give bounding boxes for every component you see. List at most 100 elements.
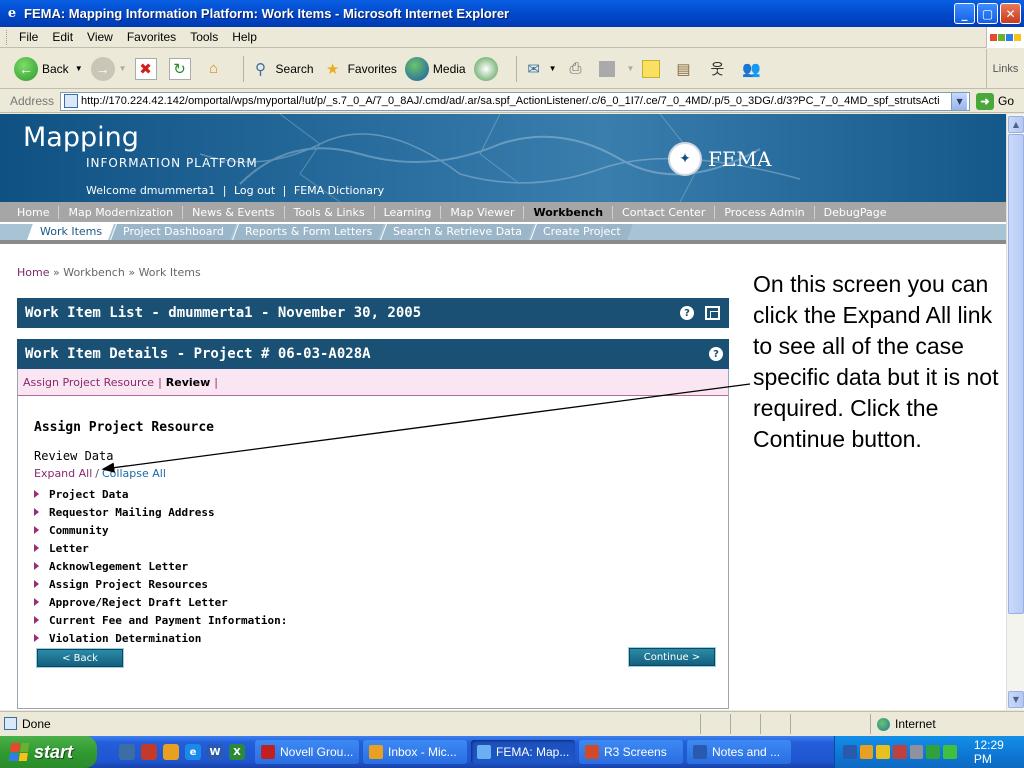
back-page-button[interactable]: < Back bbox=[36, 648, 124, 668]
messenger-button[interactable]: 웃 bbox=[706, 58, 732, 80]
go-button[interactable]: ➜ Go bbox=[976, 92, 1014, 110]
tab-work-items[interactable]: Work Items bbox=[27, 224, 115, 240]
section-violation-determination[interactable]: Violation Determination bbox=[34, 629, 287, 647]
nav-process-admin[interactable]: Process Admin bbox=[715, 205, 815, 219]
continue-button[interactable]: Continue > bbox=[628, 647, 716, 667]
history-button[interactable] bbox=[473, 56, 502, 81]
collapse-all-link[interactable]: Collapse All bbox=[102, 467, 166, 480]
expand-all-link[interactable]: Expand All bbox=[34, 467, 92, 480]
restore-window-icon[interactable] bbox=[705, 306, 720, 320]
task-r3-screens[interactable]: R3 Screens bbox=[579, 740, 683, 764]
excel-quicklaunch-icon[interactable]: X bbox=[229, 744, 245, 760]
task-inbox[interactable]: Inbox - Mic... bbox=[363, 740, 467, 764]
scroll-thumb[interactable] bbox=[1008, 134, 1024, 614]
quicklaunch-icon[interactable] bbox=[163, 744, 179, 760]
expand-triangle-icon[interactable] bbox=[34, 562, 39, 570]
quicklaunch-icon[interactable] bbox=[141, 744, 157, 760]
expand-triangle-icon[interactable] bbox=[34, 544, 39, 552]
help-icon[interactable]: ? bbox=[709, 347, 723, 361]
section-requestor-mailing-address[interactable]: Requestor Mailing Address bbox=[34, 503, 287, 521]
back-button[interactable]: ← Back ▼ bbox=[14, 56, 83, 81]
nav-news-events[interactable]: News & Events bbox=[183, 205, 285, 219]
forward-button[interactable]: → ▼ bbox=[90, 56, 127, 81]
signal-icon[interactable] bbox=[943, 745, 957, 759]
help-icon[interactable]: ? bbox=[680, 306, 694, 320]
tab-search-retrieve-data[interactable]: Search & Retrieve Data bbox=[380, 224, 535, 240]
nav-tools-links[interactable]: Tools & Links bbox=[285, 205, 375, 219]
menu-tools[interactable]: Tools bbox=[183, 30, 225, 44]
tray-icon[interactable] bbox=[909, 745, 924, 759]
tab-project-dashboard[interactable]: Project Dashboard bbox=[110, 224, 236, 240]
task-fema[interactable]: FEMA: Map... bbox=[471, 740, 575, 764]
print-button[interactable]: ⎙ bbox=[565, 58, 591, 80]
menu-favorites[interactable]: Favorites bbox=[120, 30, 183, 44]
expand-triangle-icon[interactable] bbox=[34, 598, 39, 606]
minimize-button[interactable]: _ bbox=[954, 3, 975, 24]
nav-map-modernization[interactable]: Map Modernization bbox=[59, 205, 184, 219]
tray-icon[interactable] bbox=[876, 745, 891, 759]
tray-expand-icon[interactable] bbox=[843, 745, 857, 759]
nav-contact-center[interactable]: Contact Center bbox=[613, 205, 716, 219]
vertical-scrollbar[interactable]: ▲ ▼ bbox=[1006, 114, 1024, 710]
scroll-up-icon[interactable]: ▲ bbox=[1008, 116, 1024, 133]
mail-button[interactable]: ✉ ▼ bbox=[523, 58, 556, 80]
favorites-button[interactable]: ★ Favorites bbox=[322, 58, 397, 80]
ie-quicklaunch-icon[interactable]: e bbox=[185, 744, 201, 760]
section-current-fee-payment[interactable]: Current Fee and Payment Information: bbox=[34, 611, 287, 629]
refresh-button[interactable]: ↻ bbox=[168, 57, 195, 80]
breadcrumb-home[interactable]: Home bbox=[17, 266, 49, 279]
section-community[interactable]: Community bbox=[34, 521, 287, 539]
search-button[interactable]: ⚲ Search bbox=[250, 58, 314, 80]
clock[interactable]: 12:29 PM bbox=[974, 738, 1024, 766]
expand-triangle-icon[interactable] bbox=[34, 616, 39, 624]
media-button[interactable]: Media bbox=[404, 56, 466, 81]
dictionary-link[interactable]: FEMA Dictionary bbox=[294, 184, 384, 197]
contacts-button[interactable]: 👥 bbox=[740, 58, 766, 80]
discuss-button[interactable] bbox=[642, 59, 664, 78]
expand-triangle-icon[interactable] bbox=[34, 508, 39, 516]
links-toolbar[interactable]: Links bbox=[986, 49, 1024, 89]
quicklaunch-icon[interactable] bbox=[119, 744, 135, 760]
task-notes[interactable]: Notes and ... bbox=[687, 740, 791, 764]
menu-file[interactable]: File bbox=[12, 30, 45, 44]
home-button[interactable]: ⌂ bbox=[203, 58, 229, 80]
section-project-data[interactable]: Project Data bbox=[34, 485, 287, 503]
research-button[interactable]: ▤ bbox=[672, 58, 698, 80]
section-assign-project-resources[interactable]: Assign Project Resources bbox=[34, 575, 287, 593]
breadcrumb-workbench[interactable]: Workbench bbox=[63, 266, 125, 279]
start-button[interactable]: start bbox=[0, 736, 97, 768]
back-dropdown-icon[interactable]: ▼ bbox=[75, 64, 83, 73]
scroll-down-icon[interactable]: ▼ bbox=[1008, 691, 1024, 708]
stop-button[interactable]: ✖ bbox=[134, 57, 161, 80]
tab-create-project[interactable]: Create Project bbox=[530, 224, 633, 240]
menu-edit[interactable]: Edit bbox=[45, 30, 80, 44]
tab-reports-form-letters[interactable]: Reports & Form Letters bbox=[232, 224, 385, 240]
expand-triangle-icon[interactable] bbox=[34, 526, 39, 534]
section-letter[interactable]: Letter bbox=[34, 539, 287, 557]
nav-home[interactable]: Home bbox=[8, 205, 60, 219]
nav-map-viewer[interactable]: Map Viewer bbox=[441, 205, 525, 219]
subtab-review[interactable]: Review bbox=[166, 376, 211, 389]
section-acknowlegement-letter[interactable]: Acknowlegement Letter bbox=[34, 557, 287, 575]
tray-icon[interactable] bbox=[893, 745, 907, 759]
logout-link[interactable]: Log out bbox=[234, 184, 275, 197]
tray-icon[interactable] bbox=[926, 745, 941, 759]
section-approve-reject-draft-letter[interactable]: Approve/Reject Draft Letter bbox=[34, 593, 287, 611]
subtab-assign-project-resource[interactable]: Assign Project Resource bbox=[23, 376, 154, 389]
task-novell[interactable]: Novell Grou... bbox=[255, 740, 359, 764]
expand-triangle-icon[interactable] bbox=[34, 580, 39, 588]
maximize-button[interactable]: ▢ bbox=[977, 3, 998, 24]
tray-icon[interactable] bbox=[859, 745, 874, 759]
window-title-bar[interactable]: e FEMA: Mapping Information Platform: Wo… bbox=[0, 0, 1024, 27]
nav-debug-page[interactable]: DebugPage bbox=[815, 206, 896, 219]
close-button[interactable]: ✕ bbox=[1000, 3, 1021, 24]
address-input[interactable]: http://170.224.42.142/omportal/wps/mypor… bbox=[60, 91, 971, 111]
nav-workbench[interactable]: Workbench bbox=[524, 205, 614, 219]
address-dropdown-icon[interactable]: ▼ bbox=[951, 92, 968, 110]
word-quicklaunch-icon[interactable]: W bbox=[207, 744, 223, 760]
address-url[interactable]: http://170.224.42.142/omportal/wps/mypor… bbox=[81, 95, 951, 107]
menu-view[interactable]: View bbox=[80, 30, 120, 44]
edit-button[interactable]: ▼ bbox=[598, 60, 634, 77]
expand-triangle-icon[interactable] bbox=[34, 634, 39, 642]
menu-help[interactable]: Help bbox=[225, 30, 264, 44]
